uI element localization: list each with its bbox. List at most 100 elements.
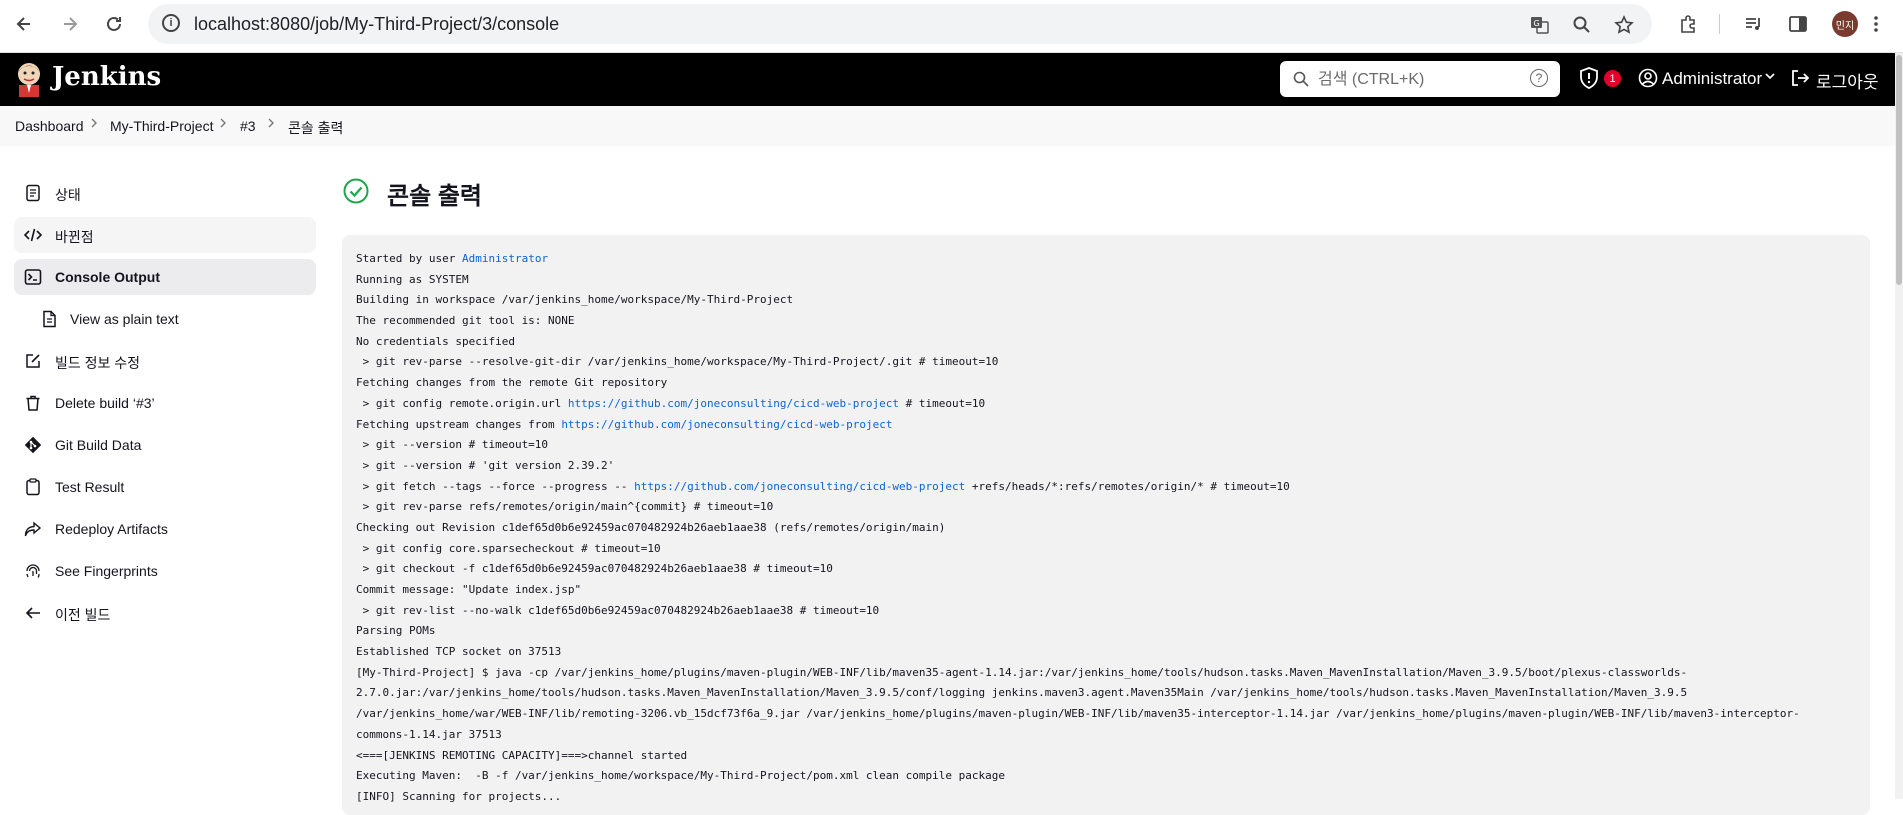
git-icon (24, 436, 42, 454)
console-line: Parsing POMs (356, 621, 1856, 642)
file-icon (43, 310, 56, 328)
console-text-segment: [INFO] Scanning for projects... (356, 789, 562, 803)
breadcrumb-build[interactable]: #3 (240, 118, 256, 134)
console-line: > git --version # 'git version 2.39.2' (356, 456, 1856, 477)
console-line: Established TCP socket on 37513 (356, 642, 1856, 663)
scrollbar-thumb[interactable] (1896, 55, 1902, 285)
sidebar-item-test-result[interactable]: Test Result (14, 469, 316, 505)
console-link[interactable]: Administrator (462, 252, 548, 265)
sidebar-item-status[interactable]: 상태 (14, 175, 316, 211)
sidebar-item-see-fingerprints[interactable]: See Fingerprints (14, 553, 316, 589)
app-title[interactable]: Jenkins (52, 62, 161, 92)
sidebar-item-label: See Fingerprints (55, 563, 158, 579)
console-line: > git fetch --tags --force --progress --… (356, 477, 1856, 498)
breadcrumb-dashboard[interactable]: Dashboard (15, 118, 84, 134)
side-panel-icon[interactable] (1784, 10, 1812, 38)
fingerprint-icon (26, 564, 40, 578)
console-link[interactable]: https://github.com/joneconsulting/cicd-w… (561, 418, 892, 431)
profile-avatar[interactable]: 민지 (1832, 11, 1858, 37)
logout-icon[interactable] (1790, 68, 1810, 88)
console-line: > git config remote.origin.url https://g… (356, 394, 1856, 415)
console-text-segment: # timeout=10 (899, 396, 986, 410)
chevron-right-icon (218, 116, 228, 133)
sidebar-item-delete-build[interactable]: Delete build ‘#3’ (14, 385, 316, 421)
console-line: Running as SYSTEM (356, 270, 1856, 291)
console-text-segment: +refs/heads/*:refs/remotes/origin/* # ti… (965, 479, 1290, 493)
console-output[interactable]: Started by user Administrator Running as … (342, 235, 1870, 815)
console-line: > git rev-parse refs/remotes/origin/main… (356, 497, 1856, 518)
console-text-segment: Parsing POMs (356, 624, 436, 638)
back-icon[interactable] (10, 10, 38, 38)
console-line: Started by user Administrator (356, 249, 1856, 270)
console-text-segment: > git --version # 'git version 2.39.2' (356, 458, 615, 472)
breadcrumb-project[interactable]: My-Third-Project (110, 118, 213, 134)
sidebar-item-git-build-data[interactable]: Git Build Data (14, 427, 316, 463)
breadcrumb: Dashboard My-Third-Project #3 콘솔 출력 (0, 106, 1895, 146)
clipboard-icon (26, 478, 40, 496)
media-icon[interactable] (1740, 10, 1768, 38)
terminal-icon (24, 269, 42, 285)
search-box[interactable]: ? (1280, 61, 1560, 97)
jenkins-logo-icon[interactable] (14, 61, 44, 97)
breadcrumb-current[interactable]: 콘솔 출력 (288, 118, 343, 138)
address-bar[interactable]: i localhost:8080/job/My-Third-Project/3/… (148, 4, 1652, 44)
search-input[interactable] (1316, 67, 1520, 93)
sidebar-item-edit-build-info[interactable]: 빌드 정보 수정 (14, 343, 316, 379)
sidebar-item-redeploy-artifacts[interactable]: Redeploy Artifacts (14, 511, 316, 547)
user-menu[interactable]: Administrator (1662, 69, 1762, 89)
help-icon[interactable]: ? (1530, 69, 1548, 87)
chevron-down-icon[interactable] (1764, 69, 1776, 85)
console-line: The recommended git tool is: NONE (356, 311, 1856, 332)
url-text[interactable]: localhost:8080/job/My-Third-Project/3/co… (194, 14, 559, 35)
trash-icon (26, 395, 40, 411)
console-line: Checking out Revision c1def65d0b6e92459a… (356, 518, 1856, 539)
sidebar-item-plain-text[interactable]: View as plain text (14, 301, 316, 337)
security-badge[interactable]: 1 (1604, 70, 1621, 87)
console-line: Fetching changes from the remote Git rep… (356, 373, 1856, 394)
logout-link[interactable]: 로그아웃 (1816, 68, 1879, 93)
console-link[interactable]: https://github.com/joneconsulting/cicd-w… (568, 397, 899, 410)
reload-icon[interactable] (100, 10, 128, 38)
console-line: > git rev-list --no-walk c1def65d0b6e924… (356, 601, 1856, 622)
toolbar-divider (1719, 14, 1720, 34)
console-text: Started by user Administrator Running as … (356, 249, 1856, 808)
user-icon[interactable] (1638, 68, 1658, 88)
console-text-segment: > git rev-parse --resolve-git-dir /var/j… (356, 355, 999, 369)
console-text-segment: Running as SYSTEM (356, 272, 469, 286)
console-line: Building in workspace /var/jenkins_home/… (356, 290, 1856, 311)
search-icon (1293, 71, 1309, 87)
extensions-icon[interactable] (1674, 10, 1702, 38)
site-info-icon[interactable]: i (162, 14, 180, 32)
jenkins-header: Jenkins ? 1 Administrator 로그아웃 (0, 53, 1903, 106)
edit-icon (26, 354, 40, 368)
console-text-segment: Started by user (356, 252, 462, 265)
sidebar-item-label: Console Output (55, 269, 160, 285)
bookmark-star-icon[interactable] (1612, 13, 1636, 37)
console-text-segment: The recommended git tool is: NONE (356, 314, 575, 328)
console-line: [My-Third-Project] $ java -cp /var/jenki… (356, 663, 1856, 684)
console-text-segment: Fetching upstream changes from (356, 417, 562, 431)
console-text-segment: > git config remote.origin.url (356, 396, 568, 410)
sidebar-item-label: Test Result (55, 479, 125, 495)
sidebar-item-changes[interactable]: 바뀐점 (14, 217, 316, 253)
console-line: No credentials specified (356, 332, 1856, 353)
sidebar-item-console-output[interactable]: Console Output (14, 259, 316, 295)
more-menu-icon[interactable] (1862, 10, 1890, 38)
translate-icon[interactable]: G (1528, 13, 1552, 37)
console-line: 2.7.0.jar:/var/jenkins_home/tools/hudson… (356, 683, 1856, 704)
console-line: > git checkout -f c1def65d0b6e92459ac070… (356, 559, 1856, 580)
console-text-segment: No credentials specified (356, 334, 515, 348)
console-text-segment: commons-1.14.jar 37513 (356, 727, 502, 741)
sidebar-item-previous-build[interactable]: 이전 빌드 (14, 595, 316, 631)
console-text-segment: > git checkout -f c1def65d0b6e92459ac070… (356, 562, 833, 576)
success-check-icon (343, 178, 369, 204)
zoom-icon[interactable] (1570, 13, 1594, 37)
security-shield-icon[interactable] (1578, 66, 1600, 90)
redeploy-icon (24, 521, 42, 537)
console-line: > git rev-parse --resolve-git-dir /var/j… (356, 352, 1856, 373)
console-link[interactable]: https://github.com/joneconsulting/cicd-w… (634, 480, 965, 493)
chevron-right-icon (266, 116, 276, 133)
console-line: commons-1.14.jar 37513 (356, 725, 1856, 746)
console-text-segment: 2.7.0.jar:/var/jenkins_home/tools/hudson… (356, 686, 1688, 700)
forward-icon[interactable] (56, 10, 84, 38)
